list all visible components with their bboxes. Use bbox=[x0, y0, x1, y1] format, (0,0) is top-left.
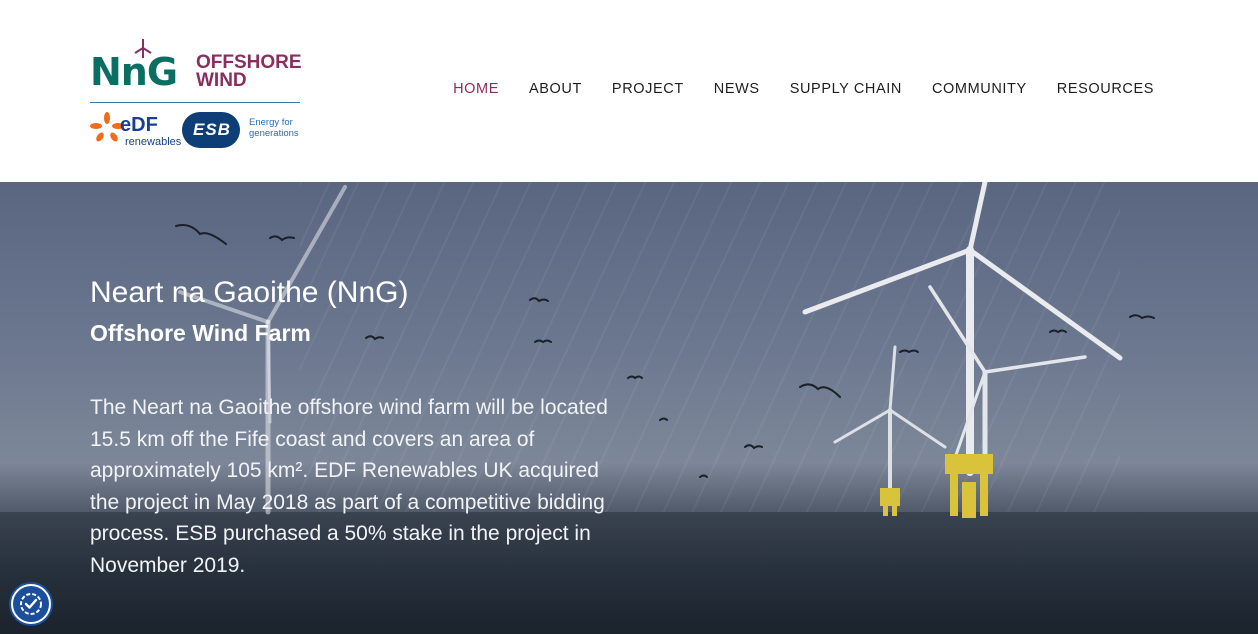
hero-title: Neart na Gaoithe (NnG) bbox=[90, 276, 409, 309]
edf-text: eDF bbox=[120, 114, 158, 136]
logo-offshore-wind: OFFSHORE WIND bbox=[196, 53, 302, 91]
logo-divider bbox=[90, 102, 300, 103]
esb-tagline-line2: generations bbox=[249, 128, 299, 139]
nav-about[interactable]: ABOUT bbox=[529, 79, 582, 99]
edf-sun-icon bbox=[90, 112, 124, 142]
nav-home[interactable]: HOME bbox=[453, 79, 499, 99]
edf-renewables-text: renewables bbox=[125, 136, 182, 148]
nav-supply-chain[interactable]: SUPPLY CHAIN bbox=[790, 79, 902, 99]
site-logo[interactable]: NnG OFFSHORE WIND eDF renewables ESB Ene… bbox=[88, 36, 302, 154]
nav-community[interactable]: COMMUNITY bbox=[932, 79, 1027, 99]
accessibility-button[interactable] bbox=[11, 584, 51, 624]
edf-renewables-logo: eDF renewables bbox=[90, 110, 182, 150]
esb-tagline-line1: Energy for bbox=[249, 117, 293, 128]
hero-content: Neart na Gaoithe (NnG) Offshore Wind Far… bbox=[90, 274, 610, 582]
esb-text: ESB bbox=[193, 120, 231, 139]
main-navigation: HOME ABOUT PROJECT NEWS SUPPLY CHAIN COM… bbox=[453, 79, 1154, 99]
nav-news[interactable]: NEWS bbox=[714, 79, 760, 99]
hero-description: The Neart na Gaoithe offshore wind farm … bbox=[90, 396, 608, 577]
esb-logo: ESB bbox=[182, 112, 240, 148]
hero-banner: Neart na Gaoithe (NnG) Offshore Wind Far… bbox=[0, 182, 1258, 634]
hero-subtitle: Offshore Wind Farm bbox=[90, 320, 311, 346]
logo-wind-text: WIND bbox=[196, 70, 247, 91]
esb-tagline: Energy for generations bbox=[249, 117, 299, 139]
nav-project[interactable]: PROJECT bbox=[612, 79, 684, 99]
nav-resources[interactable]: RESOURCES bbox=[1057, 79, 1154, 99]
accessibility-checkmark-icon bbox=[20, 593, 42, 615]
site-header: NnG OFFSHORE WIND eDF renewables ESB Ene… bbox=[0, 0, 1258, 182]
logo-nng-mark: NnG bbox=[90, 50, 178, 94]
